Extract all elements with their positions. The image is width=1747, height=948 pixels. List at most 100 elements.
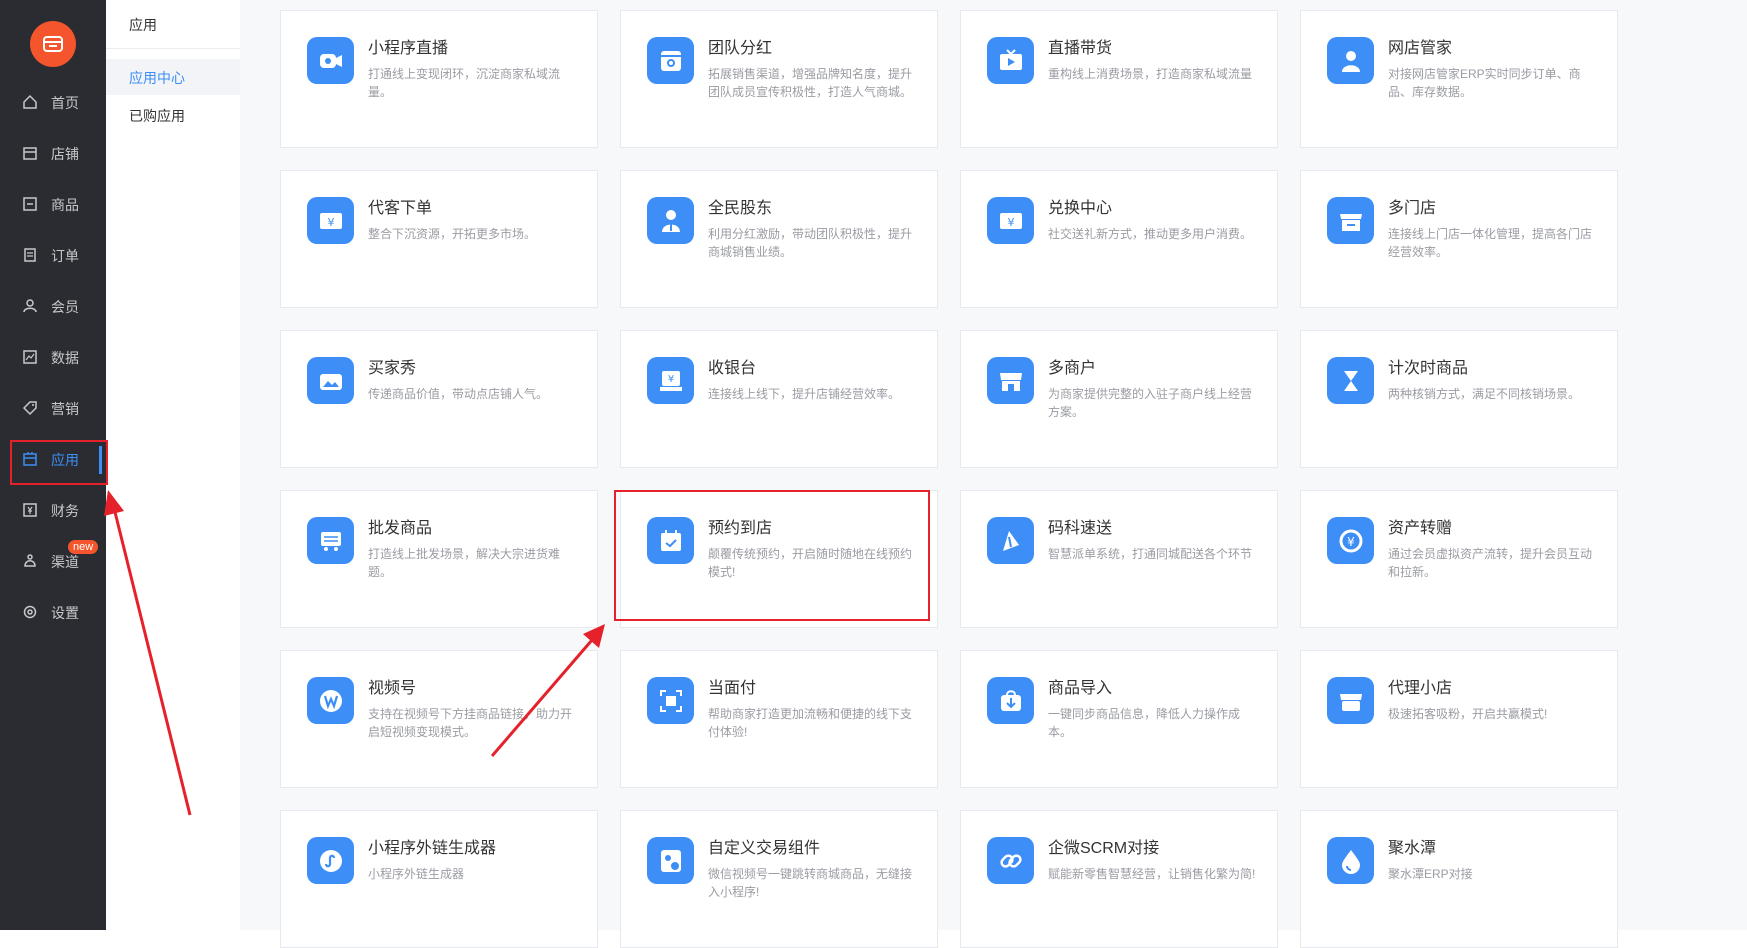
sidebar-item-orders[interactable]: 订单 — [0, 234, 106, 278]
channel-icon — [24, 554, 36, 567]
app-card-title: 直播带货 — [1048, 40, 1113, 57]
sidebar-item-label: 订单 — [51, 248, 79, 264]
merchant-icon — [999, 372, 1022, 391]
import-icon — [1000, 689, 1021, 711]
app-card[interactable]: 批发商品 打造线上批发场景，解决大宗进货难题。 — [280, 490, 598, 628]
finance-icon — [23, 503, 37, 517]
app-card-title: 全民股东 — [708, 200, 773, 217]
shop-icon — [23, 147, 37, 160]
app-icon-tile — [647, 677, 694, 724]
app-icon-tile: ¥ — [987, 197, 1034, 244]
subnav-item-purchased-apps[interactable]: 已购应用 — [106, 97, 240, 133]
subnav-item-label: 已购应用 — [129, 108, 185, 124]
sidebar-item-settings[interactable]: 设置 — [0, 591, 106, 635]
app-card[interactable]: 直播带货 重构线上消费场景，打造商家私域流量 — [960, 10, 1278, 148]
app-card[interactable]: 企微SCRM对接 赋能新零售智慧经营，让销售化繁为简! — [960, 810, 1278, 948]
sidebar-item-label: 设置 — [51, 605, 79, 621]
app-card-title: 代理小店 — [1388, 680, 1453, 697]
photo-icon — [319, 373, 342, 390]
app-card[interactable]: ¥ 资产转赠 通过会员虚拟资产流转，提升会员互动和拉新。 — [1300, 490, 1618, 628]
app-card[interactable]: 聚水潭 聚水潭ERP对接 — [1300, 810, 1618, 948]
app-card[interactable]: ¥ 兑换中心 社交送礼新方式，推动更多用户消费。 — [960, 170, 1278, 308]
app-card-title: 自定义交易组件 — [708, 840, 821, 857]
data-icon — [23, 350, 37, 364]
app-icon-tile — [307, 517, 354, 564]
app-card[interactable]: ¥ 收银台连接线上线下，提升店铺经营效率。 — [620, 330, 938, 468]
delivery-icon — [1002, 530, 1019, 551]
sidebar-item-shop[interactable]: 店铺 — [0, 132, 106, 176]
app-card-title: 批发商品 — [368, 520, 433, 537]
app-card[interactable]: 代理小店 极速拓客吸粉，开启共赢模式! — [1300, 650, 1618, 788]
app-card-title: 小程序直播 — [368, 40, 449, 57]
svg-text:¥: ¥ — [1007, 216, 1014, 229]
sidebar-item-label: 数据 — [51, 350, 79, 366]
app-card-title: 当面付 — [708, 680, 757, 697]
app-card[interactable]: 多门店 连接线上门店一体化管理，提高各门店经营效率。 — [1300, 170, 1618, 308]
app-card[interactable]: 商品导入 一键同步商品信息，降低人力操作成本。 — [960, 650, 1278, 788]
app-card-title: 买家秀 — [368, 360, 417, 377]
app-card[interactable]: 网店管家 对接网店管家ERP实时同步订单、商品、库存数据。 — [1300, 10, 1618, 148]
app-icon-tile: ¥ — [307, 197, 354, 244]
app-card[interactable]: 自定义交易组件微信视频号一键跳转商城商品，无缝接入小程序! — [620, 810, 938, 948]
app-card-title: 收银台 — [708, 360, 757, 377]
app-card-description: 为商家提供完整的入驻子商户线上经营方案。 — [1048, 387, 1253, 419]
sidebar-item-home[interactable]: 首页 — [0, 81, 106, 125]
gear-icon — [23, 605, 37, 619]
app-card[interactable]: 全民股东 利用分红激励，带动团队积极性，提升商城销售业绩。 — [620, 170, 938, 308]
sidebar-item-label: 店铺 — [51, 146, 79, 162]
team-bonus-icon — [660, 50, 681, 71]
shop-logo[interactable] — [30, 21, 76, 67]
app-card-description: 打通线上变现闭环，沉淀商家私域流量。 — [368, 67, 561, 99]
transfer-icon: ¥ — [1339, 529, 1362, 552]
manager-icon — [1341, 50, 1360, 72]
sidebar-item-finance[interactable]: 财务 — [0, 489, 106, 533]
order-icon — [24, 248, 36, 262]
app-card-title: 兑换中心 — [1048, 200, 1113, 217]
app-card-title: 网店管家 — [1388, 40, 1453, 57]
app-card-title: 码科速送 — [1048, 520, 1113, 537]
app-card[interactable]: 小程序外链生成器 小程序外链生成器 — [280, 810, 598, 948]
scan-pay-icon — [659, 689, 682, 712]
app-icon-tile: ¥ — [647, 357, 694, 404]
sidebar-item-label: 会员 — [51, 299, 79, 315]
app-card[interactable]: 多商户 为商家提供完整的入驻子商户线上经营方案。 — [960, 330, 1278, 468]
sidebar-item-channels[interactable]: 渠道 new — [0, 540, 106, 584]
app-icon-tile — [1327, 357, 1374, 404]
app-card[interactable]: 当面付 帮助商家打造更加流畅和便捷的线下支付体验! — [620, 650, 938, 788]
app-icon-tile — [307, 677, 354, 724]
sidebar-item-marketing[interactable]: 营销 — [0, 387, 106, 431]
app-card-title: 代客下单 — [368, 200, 433, 217]
app-card-description: 两种核销方式，满足不同核销场景。 — [1388, 387, 1581, 401]
miniprogram-link-icon — [319, 849, 342, 872]
svg-text:¥: ¥ — [1347, 535, 1355, 549]
app-center-grid: 小程序直播 打通线上变现闭环，沉淀商家私域流量。 团队分红 拓展销售渠道，增强品牌知名… — [240, 0, 1747, 948]
sidebar-item-members[interactable]: 会员 — [0, 285, 106, 329]
sidebar-item-label: 商品 — [51, 197, 79, 213]
app-icon-tile — [987, 517, 1034, 564]
app-card[interactable]: 码科速送 智慧派单系统，打通同城配送各个环节 — [960, 490, 1278, 628]
app-card[interactable]: 计次时商品 两种核销方式，满足不同核销场景。 — [1300, 330, 1618, 468]
app-card[interactable]: 买家秀 传递商品价值，带动点店铺人气。 — [280, 330, 598, 468]
subnav-title: 应用 — [129, 17, 157, 33]
app-card[interactable]: ¥ 代客下单整合下沉资源，开拓更多市场。 — [280, 170, 598, 308]
app-card-description: 小程序外链生成器 — [368, 867, 465, 881]
app-card-title: 多门店 — [1388, 200, 1437, 217]
sidebar-item-label: 渠道 — [51, 554, 79, 570]
app-icon-tile — [987, 37, 1034, 84]
sidebar-item-data[interactable]: 数据 — [0, 336, 106, 380]
app-card[interactable]: 小程序直播打通线上变现闭环，沉淀商家私域流量。 — [280, 10, 598, 148]
agent-store-icon — [1339, 693, 1362, 711]
app-card-description: 连接线上线下，提升店铺经营效率。 — [708, 387, 901, 401]
app-card[interactable]: 团队分红 拓展销售渠道，增强品牌知名度，提升团队成员宣传积极性，打造人气商城。 — [620, 10, 938, 148]
app-card-description: 微信视频号一键跳转商城商品，无缝接入小程序! — [708, 867, 913, 899]
subnav-item-app-center[interactable]: 应用中心 — [106, 59, 240, 95]
app-card-title: 视频号 — [368, 680, 417, 697]
app-card-description: 整合下沉资源，开拓更多市场。 — [368, 227, 537, 241]
app-card-description: 一键同步商品信息，降低人力操作成本。 — [1048, 707, 1241, 739]
subnav-header: 应用 — [106, 0, 240, 49]
app-card[interactable]: 视频号 支持在视频号下方挂商品链接，助力开启短视频变现模式。 — [280, 650, 598, 788]
app-icon-tile — [987, 357, 1034, 404]
app-card-description: 通过会员虚拟资产流转，提升会员互动和拉新。 — [1388, 547, 1593, 579]
ticket-icon: ¥ — [319, 212, 342, 229]
sidebar-item-goods[interactable]: 商品 — [0, 183, 106, 227]
